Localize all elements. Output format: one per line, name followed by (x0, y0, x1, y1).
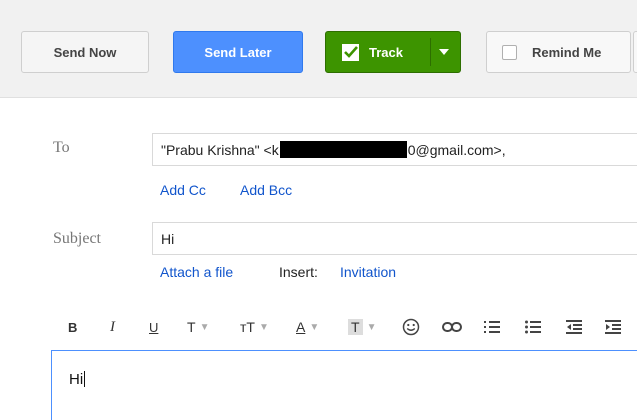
indent-less-button[interactable] (566, 312, 582, 342)
bulleted-list-icon (525, 320, 541, 334)
compose-toolbar: Send Now Send Later Track Remind Me (0, 0, 637, 98)
insert-link-button[interactable] (442, 312, 462, 342)
italic-button[interactable]: I (110, 312, 115, 342)
font-size-label: тT (240, 319, 255, 335)
emoji-button[interactable] (402, 312, 420, 342)
chevron-down-icon: ▼ (366, 321, 377, 333)
numbered-list-icon (484, 321, 500, 333)
add-bcc-link[interactable]: Add Bcc (240, 182, 292, 198)
link-icon (442, 322, 462, 332)
chevron-down-icon: ▼ (309, 321, 320, 333)
message-body[interactable]: Hi (51, 350, 637, 420)
subject-value: Hi (161, 230, 175, 247)
chevron-down-icon: ▼ (258, 321, 269, 333)
underline-label: U (149, 319, 159, 335)
chevron-down-icon[interactable] (439, 49, 449, 55)
attach-file-link[interactable]: Attach a file (160, 264, 233, 280)
text-color-label: A (296, 319, 306, 335)
text-cursor (84, 371, 86, 387)
subject-label: Subject (53, 230, 101, 247)
insert-invitation-link[interactable]: Invitation (340, 264, 396, 280)
highlight-label: T (348, 319, 363, 335)
indent-less-icon (566, 320, 582, 334)
check-icon (342, 43, 359, 61)
track-label: Track (369, 44, 403, 60)
to-label: To (53, 139, 70, 156)
bold-label: B (68, 319, 78, 335)
send-later-button[interactable]: Send Later (173, 31, 303, 73)
message-body-text: Hi (69, 371, 84, 388)
track-button[interactable]: Track (325, 31, 461, 73)
to-field[interactable]: "Prabu Krishna" <k 0@gmail.com>, (152, 133, 637, 166)
highlight-color-button[interactable]: T ▼ (348, 312, 376, 342)
bulleted-list-button[interactable] (525, 312, 541, 342)
add-cc-link[interactable]: Add Cc (160, 182, 206, 198)
text-color-button[interactable]: A ▼ (296, 312, 319, 342)
underline-button[interactable]: U (149, 312, 158, 342)
italic-label: I (110, 318, 115, 335)
font-family-button[interactable]: T ▼ (187, 312, 209, 342)
next-toolbar-button[interactable] (633, 31, 637, 73)
to-value-prefix: "Prabu Krishna" <k (161, 141, 279, 158)
remind-me-label: Remind Me (532, 44, 602, 60)
indent-more-button[interactable] (605, 312, 621, 342)
font-label: T (187, 319, 196, 335)
remind-me-button[interactable]: Remind Me (486, 31, 631, 73)
send-now-button[interactable]: Send Now (21, 31, 149, 73)
numbered-list-button[interactable] (484, 312, 500, 342)
send-now-label: Send Now (53, 44, 117, 60)
smiley-icon (402, 318, 420, 336)
track-divider (430, 38, 431, 66)
send-later-label: Send Later (204, 44, 272, 60)
remind-me-checkbox[interactable] (502, 44, 517, 60)
to-value-suffix: 0@gmail.com>, (407, 141, 506, 158)
indent-more-icon (605, 320, 621, 334)
redaction-block (279, 141, 407, 158)
chevron-down-icon: ▼ (199, 321, 210, 333)
bold-button[interactable]: B (68, 312, 77, 342)
subject-field[interactable]: Hi (152, 222, 637, 255)
insert-label: Insert: (279, 264, 318, 280)
font-size-button[interactable]: тT ▼ (240, 312, 269, 342)
